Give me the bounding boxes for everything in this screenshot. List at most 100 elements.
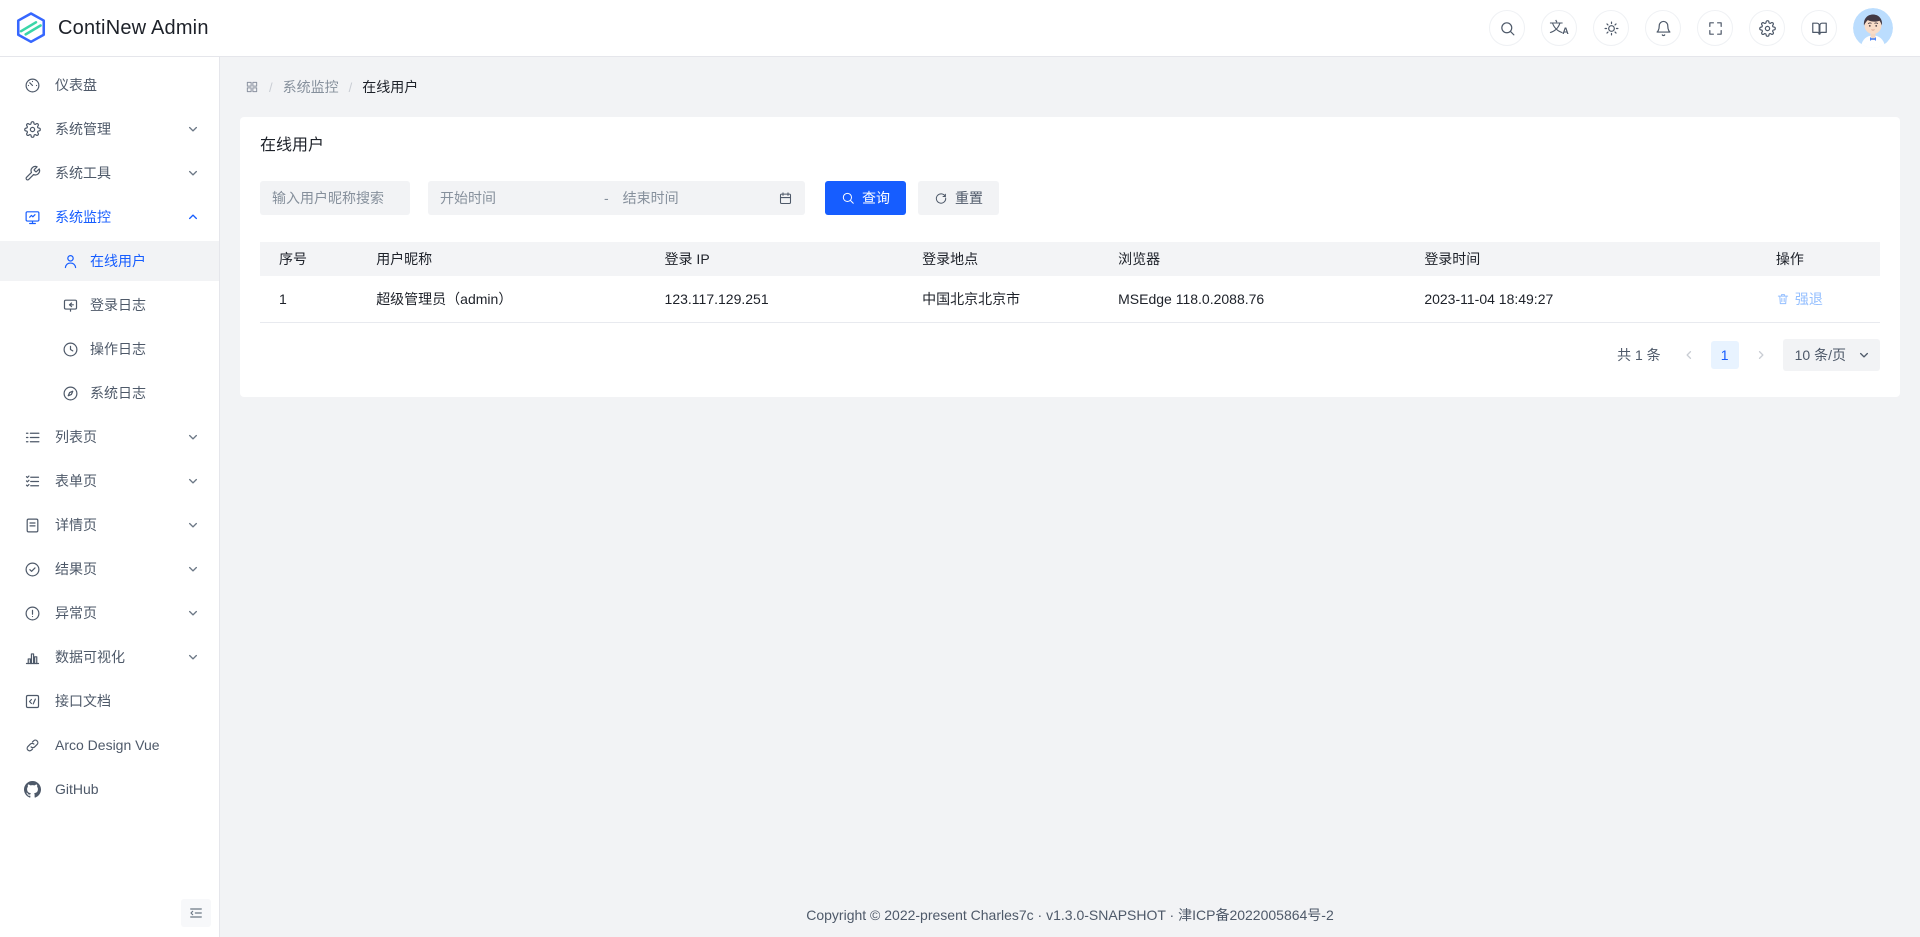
chevron-down-icon xyxy=(187,519,199,531)
list-icon xyxy=(24,429,41,446)
notifications-button[interactable] xyxy=(1645,10,1681,46)
monitor-icon xyxy=(24,209,41,226)
calendar-icon[interactable] xyxy=(778,191,793,206)
breadcrumb: / 系统监控 / 在线用户 xyxy=(220,57,1920,97)
sidebar-item-label: 列表页 xyxy=(55,427,187,447)
sidebar-item-result-pages[interactable]: 结果页 xyxy=(0,549,219,589)
sidebar-item-label: 异常页 xyxy=(55,603,187,623)
start-time-input[interactable] xyxy=(440,190,600,206)
sidebar-item-label: 结果页 xyxy=(55,559,187,579)
check-circle-icon xyxy=(24,561,41,578)
pagination-next-button[interactable] xyxy=(1747,341,1775,369)
sidebar-item-arco-design-vue[interactable]: Arco Design Vue xyxy=(0,725,219,765)
compass-icon xyxy=(62,385,79,402)
sidebar-item-form-pages[interactable]: 表单页 xyxy=(0,461,219,501)
sidebar-item-label: 接口文档 xyxy=(55,691,199,711)
dashboard-icon xyxy=(24,77,41,94)
online-users-table: 序号 用户昵称 登录 IP 登录地点 浏览器 登录时间 操作 1 超级管理员（a… xyxy=(260,242,1880,323)
apps-grid-icon[interactable] xyxy=(245,80,259,94)
language-button[interactable]: 文A xyxy=(1541,10,1577,46)
refresh-icon xyxy=(934,191,948,205)
fullscreen-button[interactable] xyxy=(1697,10,1733,46)
table-header-row: 序号 用户昵称 登录 IP 登录地点 浏览器 登录时间 操作 xyxy=(260,242,1880,276)
pagination-total: 共 1 条 xyxy=(1617,345,1661,365)
user-avatar[interactable] xyxy=(1853,8,1893,48)
reset-button-label: 重置 xyxy=(955,188,983,208)
sidebar-subitem-login-logs[interactable]: 登录日志 xyxy=(0,285,219,325)
sidebar-item-label: 数据可视化 xyxy=(55,647,187,667)
sidebar-item-system-tools[interactable]: 系统工具 xyxy=(0,153,219,193)
sidebar-item-detail-pages[interactable]: 详情页 xyxy=(0,505,219,545)
user-icon xyxy=(62,253,79,270)
end-time-input[interactable] xyxy=(623,190,778,206)
alert-circle-icon xyxy=(24,605,41,622)
sidebar-item-label: 系统日志 xyxy=(90,383,199,403)
column-header-index: 序号 xyxy=(260,242,357,276)
settings-button[interactable] xyxy=(1749,10,1785,46)
chevron-right-icon xyxy=(1755,349,1767,361)
sidebar-item-label: 系统监控 xyxy=(55,207,187,227)
breadcrumb-item[interactable]: 系统监控 xyxy=(283,77,339,97)
chevron-down-icon xyxy=(187,431,199,443)
theme-toggle-button[interactable] xyxy=(1593,10,1629,46)
settings-gear-icon xyxy=(24,121,41,138)
column-header-location: 登录地点 xyxy=(903,242,1099,276)
pagination-prev-button[interactable] xyxy=(1675,341,1703,369)
sidebar-item-system-management[interactable]: 系统管理 xyxy=(0,109,219,149)
date-range-picker[interactable]: - xyxy=(428,181,805,215)
fullscreen-icon xyxy=(1707,20,1724,37)
sidebar-subitem-system-logs[interactable]: 系统日志 xyxy=(0,373,219,413)
chevron-down-icon xyxy=(187,167,199,179)
bell-icon xyxy=(1655,20,1672,37)
sidebar-item-system-monitor[interactable]: 系统监控 xyxy=(0,197,219,237)
chevron-down-icon xyxy=(187,651,199,663)
sidebar-item-dashboard[interactable]: 仪表盘 xyxy=(0,65,219,105)
cell-browser: MSEdge 118.0.2088.76 xyxy=(1099,276,1405,322)
chevron-down-icon xyxy=(187,475,199,487)
column-header-actions: 操作 xyxy=(1757,242,1880,276)
form-list-icon xyxy=(24,473,41,490)
force-logout-button[interactable]: 强退 xyxy=(1776,289,1823,309)
query-button-label: 查询 xyxy=(862,188,890,208)
page-size-value: 10 条/页 xyxy=(1795,345,1846,365)
sidebar-item-github[interactable]: GitHub xyxy=(0,769,219,809)
pagination-page-1[interactable]: 1 xyxy=(1711,341,1739,369)
wrench-icon xyxy=(24,165,41,182)
table-row: 1 超级管理员（admin） 123.117.129.251 中国北京北京市 M… xyxy=(260,276,1880,322)
sidebar-item-label: 详情页 xyxy=(55,515,187,535)
sidebar-item-list-pages[interactable]: 列表页 xyxy=(0,417,219,457)
gear-icon xyxy=(1759,20,1776,37)
page-size-select[interactable]: 10 条/页 xyxy=(1783,339,1880,371)
sidebar-item-data-visualization[interactable]: 数据可视化 xyxy=(0,637,219,677)
column-header-ip: 登录 IP xyxy=(646,242,904,276)
query-button[interactable]: 查询 xyxy=(825,181,906,215)
nickname-search-input[interactable] xyxy=(260,181,410,215)
reset-button[interactable]: 重置 xyxy=(918,181,999,215)
page-title: 在线用户 xyxy=(260,135,1880,157)
sidebar-item-label: GitHub xyxy=(55,781,199,797)
filter-bar: - 查询 重置 xyxy=(260,181,1880,215)
document-icon xyxy=(24,517,41,534)
chevron-down-icon xyxy=(187,563,199,575)
docs-button[interactable] xyxy=(1801,10,1837,46)
range-separator: - xyxy=(600,190,613,206)
sidebar-item-api-docs[interactable]: 接口文档 xyxy=(0,681,219,721)
sun-icon xyxy=(1603,20,1620,37)
sidebar-item-exception-pages[interactable]: 异常页 xyxy=(0,593,219,633)
chevron-down-icon xyxy=(1858,349,1870,361)
sidebar-item-label: 系统管理 xyxy=(55,119,187,139)
link-icon xyxy=(24,737,41,754)
cell-login-time: 2023-11-04 18:49:27 xyxy=(1405,276,1757,322)
online-users-card: 在线用户 - 查询 xyxy=(240,117,1900,397)
sidebar-collapse-button[interactable] xyxy=(181,899,211,927)
bar-chart-icon xyxy=(24,649,41,666)
sidebar-subitem-online-users[interactable]: 在线用户 xyxy=(0,241,219,281)
search-icon xyxy=(1499,20,1516,37)
clock-icon xyxy=(62,341,79,358)
sidebar: 仪表盘 系统管理 系统工具 系统监控 在线用户 登录日志 操作日志 xyxy=(0,57,220,937)
code-doc-icon xyxy=(24,693,41,710)
pagination: 共 1 条 1 10 条/页 xyxy=(260,339,1880,371)
sidebar-subitem-operation-logs[interactable]: 操作日志 xyxy=(0,329,219,369)
search-button[interactable] xyxy=(1489,10,1525,46)
sidebar-item-label: 在线用户 xyxy=(90,251,199,271)
